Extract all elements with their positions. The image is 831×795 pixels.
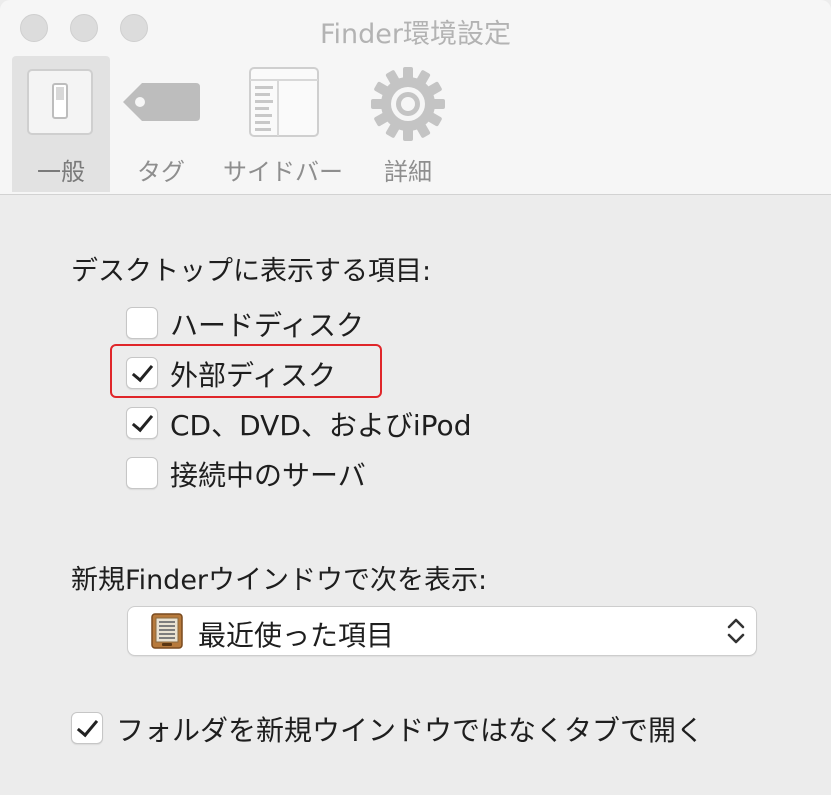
sidebar-icon [248,66,320,138]
tab-sidebar[interactable]: サイドバー [215,56,351,192]
cd-dvd-ipod-label: CD、DVD、およびiPod [170,409,472,442]
connected-servers-label: 接続中のサーバ [170,459,366,492]
desktop-items-heading: デスクトップに表示する項目: [71,256,432,287]
hard-disk-label: ハードディスク [170,309,365,342]
new-window-target-popup[interactable]: 最近使った項目 [127,606,757,656]
new-window-heading: 新規Finderウインドウで次を表示: [71,565,488,596]
tag-icon [120,80,202,124]
new-window-target-value: 最近使った項目 [198,619,395,652]
gear-icon [368,64,448,144]
tab-tags-label: タグ [137,158,185,186]
highlight-box [110,344,382,398]
finder-preferences-window: Finder環境設定 一般 タグ サイドバー 詳細 デスクトップに表示する項目:… [0,0,831,795]
window-title: Finder環境設定 [319,19,512,50]
tab-advanced[interactable]: 詳細 [360,56,456,192]
switch-icon [26,68,94,136]
open-folders-in-tabs-checkbox[interactable] [71,712,103,744]
hard-disk-checkbox[interactable] [126,307,158,339]
cd-dvd-ipod-checkbox[interactable] [126,407,158,439]
tab-advanced-label: 詳細 [384,158,432,186]
tab-tags[interactable]: タグ [115,56,207,192]
tab-sidebar-label: サイドバー [223,158,343,186]
toolbar: Finder環境設定 一般 タグ サイドバー 詳細 [0,0,831,195]
open-folders-in-tabs-label: フォルダを新規ウインドウではなくタブで開く [116,714,705,747]
tab-general[interactable]: 一般 [12,56,110,192]
recents-cabinet-icon [150,613,184,649]
tab-general-label: 一般 [37,158,85,186]
up-down-chevron-icon [724,611,748,651]
connected-servers-checkbox[interactable] [126,457,158,489]
